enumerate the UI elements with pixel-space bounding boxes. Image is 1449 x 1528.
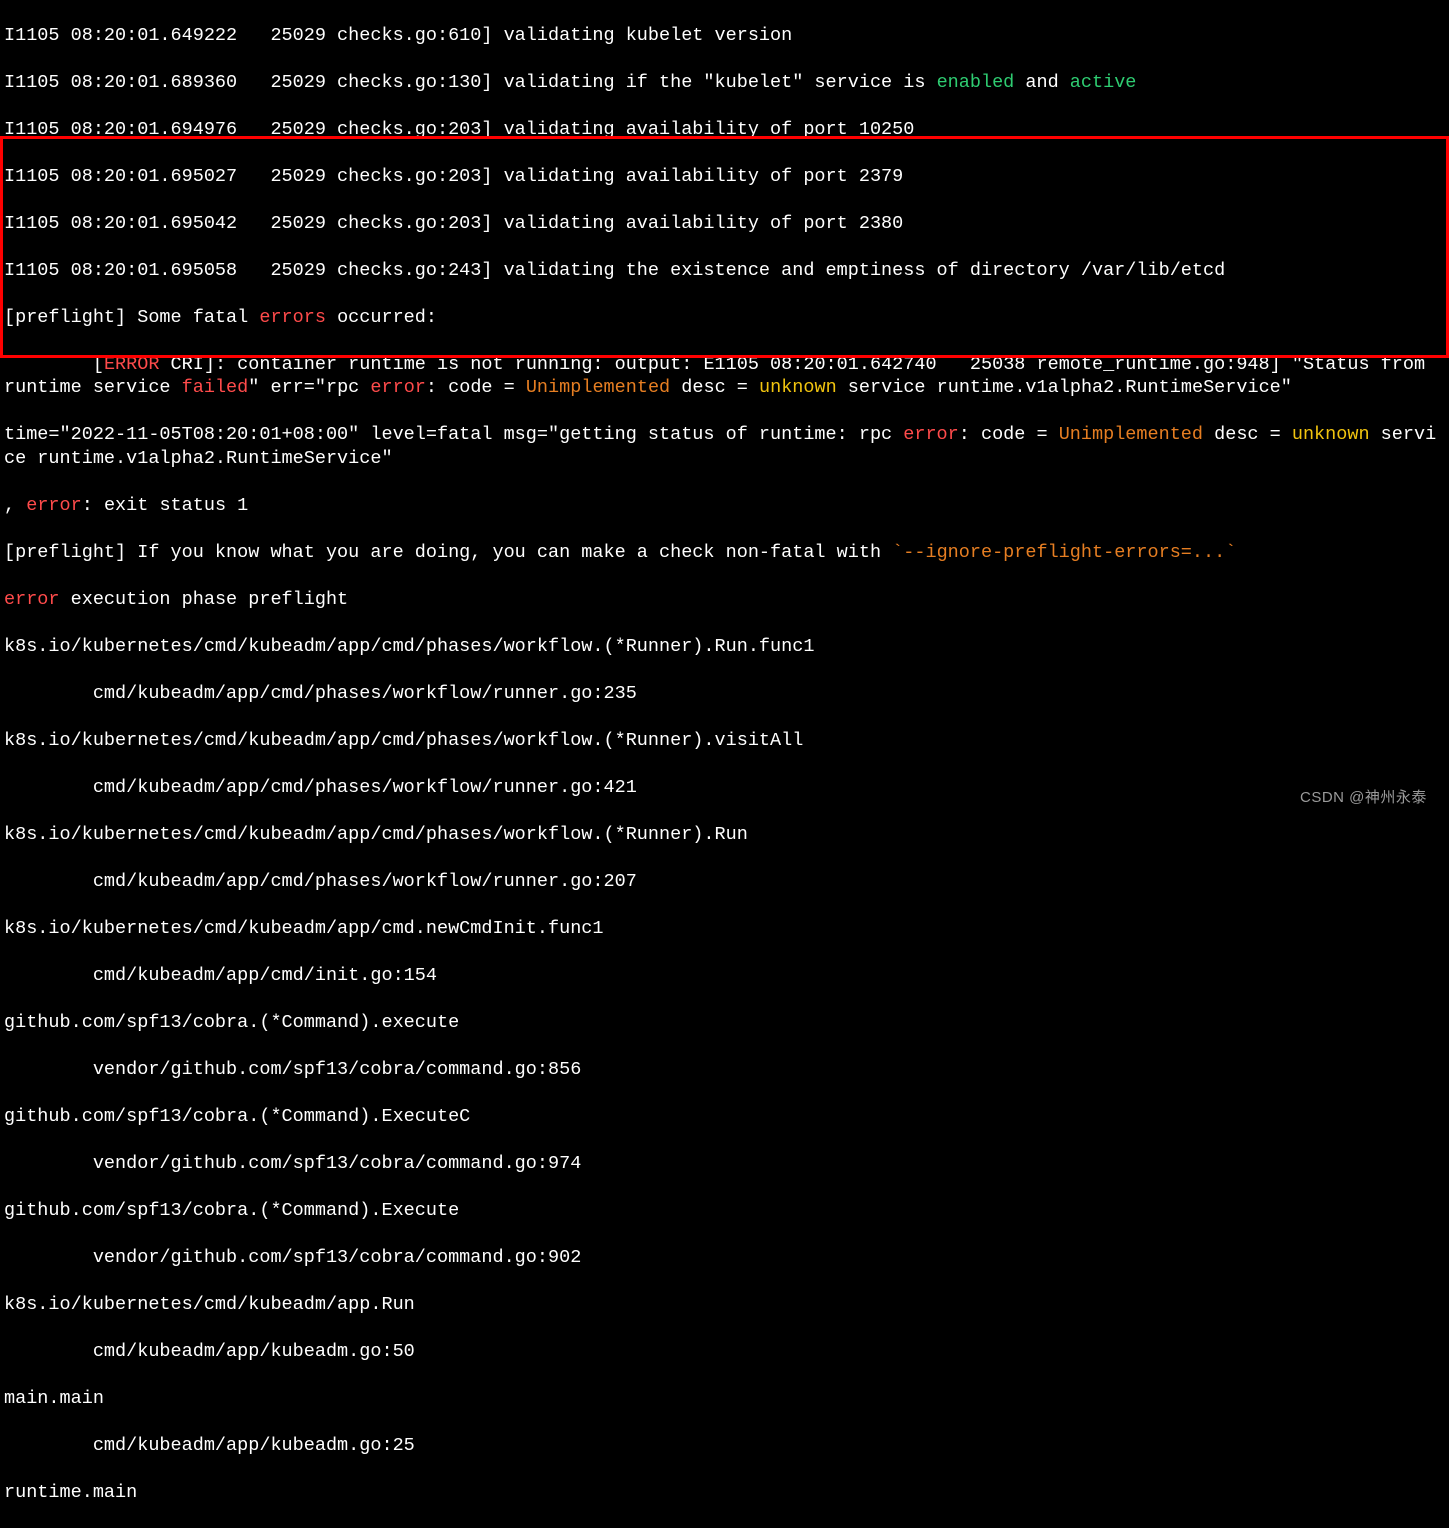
stack-line: k8s.io/kubernetes/cmd/kubeadm/app.Run xyxy=(4,1293,1445,1317)
stack-line: vendor/github.com/spf13/cobra/command.go… xyxy=(4,1152,1445,1176)
preflight-hint-line: [preflight] If you know what you are doi… xyxy=(4,541,1445,565)
ignore-preflight-flag: `--ignore-preflight-errors=...` xyxy=(892,542,1236,563)
stack-line: cmd/kubeadm/app/kubeadm.go:50 xyxy=(4,1340,1445,1364)
stack-line: vendor/github.com/spf13/cobra/command.go… xyxy=(4,1058,1445,1082)
desc-unknown: unknown xyxy=(1292,424,1370,445)
desc-unknown: unknown xyxy=(759,377,837,398)
stack-line: runtime.main xyxy=(4,1481,1445,1505)
stack-line: main.main xyxy=(4,1387,1445,1411)
stack-line: k8s.io/kubernetes/cmd/kubeadm/app/cmd/ph… xyxy=(4,729,1445,753)
execution-phase-line: error execution phase preflight xyxy=(4,588,1445,612)
status-enabled: enabled xyxy=(937,72,1015,93)
log-line: I1105 08:20:01.694976 25029 checks.go:20… xyxy=(4,118,1445,142)
time-fatal-line: time="2022-11-05T08:20:01+08:00" level=f… xyxy=(4,423,1445,470)
failed-word: failed xyxy=(182,377,249,398)
log-line: I1105 08:20:01.695027 25029 checks.go:20… xyxy=(4,165,1445,189)
csdn-watermark: CSDN @神州永泰 xyxy=(1300,786,1427,810)
stack-line: github.com/spf13/cobra.(*Command).Execut… xyxy=(4,1105,1445,1129)
error-tag: ERROR xyxy=(104,354,160,375)
code-unimplemented: Unimplemented xyxy=(526,377,670,398)
cri-error-line: [ERROR CRI]: container runtime is not ru… xyxy=(4,353,1445,400)
error-word: error xyxy=(370,377,426,398)
log-line: I1105 08:20:01.689360 25029 checks.go:13… xyxy=(4,71,1445,95)
error-word: error xyxy=(4,589,60,610)
log-line: I1105 08:20:01.695058 25029 checks.go:24… xyxy=(4,259,1445,283)
stack-line: k8s.io/kubernetes/cmd/kubeadm/app/cmd.ne… xyxy=(4,917,1445,941)
terminal-output: I1105 08:20:01.649222 25029 checks.go:61… xyxy=(0,0,1449,1528)
errors-word: errors xyxy=(259,307,326,328)
exit-status-line: , error: exit status 1 xyxy=(4,494,1445,518)
stack-line: cmd/kubeadm/app/cmd/phases/workflow/runn… xyxy=(4,776,1445,800)
stack-line: k8s.io/kubernetes/cmd/kubeadm/app/cmd/ph… xyxy=(4,823,1445,847)
code-unimplemented: Unimplemented xyxy=(1059,424,1203,445)
stack-line: vendor/github.com/spf13/cobra/command.go… xyxy=(4,1246,1445,1270)
error-word: error xyxy=(903,424,959,445)
stack-line: cmd/kubeadm/app/kubeadm.go:25 xyxy=(4,1434,1445,1458)
stack-line: github.com/spf13/cobra.(*Command).Execut… xyxy=(4,1199,1445,1223)
status-active: active xyxy=(1070,72,1137,93)
error-word: error xyxy=(26,495,82,516)
stack-line: k8s.io/kubernetes/cmd/kubeadm/app/cmd/ph… xyxy=(4,635,1445,659)
preflight-fatal-line: [preflight] Some fatal errors occurred: xyxy=(4,306,1445,330)
stack-line: github.com/spf13/cobra.(*Command).execut… xyxy=(4,1011,1445,1035)
stack-line: cmd/kubeadm/app/cmd/phases/workflow/runn… xyxy=(4,682,1445,706)
log-line: I1105 08:20:01.695042 25029 checks.go:20… xyxy=(4,212,1445,236)
stack-line: cmd/kubeadm/app/cmd/phases/workflow/runn… xyxy=(4,870,1445,894)
log-line: I1105 08:20:01.649222 25029 checks.go:61… xyxy=(4,24,1445,48)
stack-line: cmd/kubeadm/app/cmd/init.go:154 xyxy=(4,964,1445,988)
